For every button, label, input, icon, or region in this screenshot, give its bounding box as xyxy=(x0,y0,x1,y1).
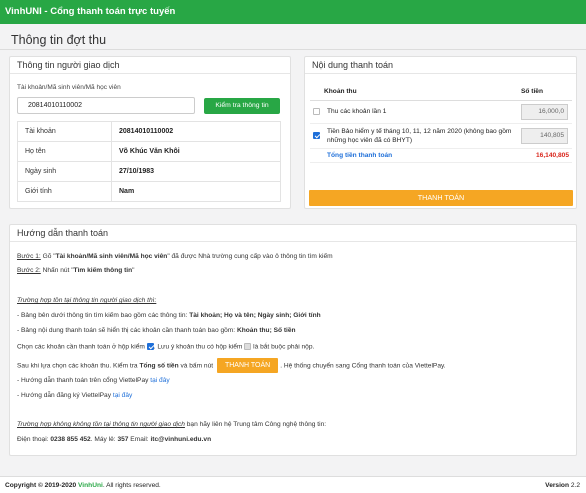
guide-line: Sau khi lựa chọn các khoản thu. Kiểm tra… xyxy=(17,358,446,373)
text: - Bảng nội dung thanh toán sẽ hiển thị c… xyxy=(17,327,237,334)
account-input-label: Tài khoản/Mã sinh viên/Mã học viên xyxy=(17,84,121,91)
text: là bắt buộc phải nộp. xyxy=(251,343,315,351)
checkbox-example-icon xyxy=(146,343,154,350)
account-input[interactable]: 20814010110002 xyxy=(17,97,195,114)
text: và bấm nút xyxy=(178,362,214,370)
total-label: Tổng tiền thanh toán xyxy=(324,148,518,163)
text: Trường hợp tồn tại thông tin người giao … xyxy=(17,297,157,304)
table-row: Ngày sinh 27/10/1983 xyxy=(17,161,281,182)
payment-content-panel: Nội dung thanh toán Khoản thu Số tiền Th… xyxy=(304,56,577,209)
row-key: Tài khoản xyxy=(17,121,112,142)
phone-number: 0238 855 452 xyxy=(50,436,91,443)
text: . Máy lẻ: xyxy=(90,436,118,443)
checkbox-col xyxy=(310,84,324,101)
item-label: Tiền Bảo hiểm y tế tháng 10, 11, 12 năm … xyxy=(324,123,518,149)
text-bold: Tổng số tiền xyxy=(139,362,179,370)
guide-line: - Hướng dẫn đăng ký ViettelPay tại đây xyxy=(17,392,132,399)
panel-title: Hướng dẫn thanh toán xyxy=(10,225,576,242)
pay-button-example[interactable]: THANH TOÁN xyxy=(216,358,279,373)
payment-guide-panel: Hướng dẫn thanh toán Bước 1: Gõ "Tài kho… xyxy=(9,224,577,456)
text: Version xyxy=(545,482,569,489)
guide-line: Chọn các khoản cần thanh toán ở hộp kiểm… xyxy=(17,343,314,350)
item-checkbox[interactable] xyxy=(313,107,320,115)
text-bold: Tài khoản/Mã sinh viên/Mã học viên xyxy=(55,253,168,260)
checkbox-disabled-icon xyxy=(244,343,252,350)
item-amount: 16,000,0 xyxy=(521,103,568,120)
text-bold: Tìm kiếm thông tin xyxy=(73,267,133,274)
extension: 357 xyxy=(117,436,129,443)
item-label: Thu các khoản lần 1 xyxy=(324,100,518,124)
footer: Copyright © 2019-2020 VinhUni. All right… xyxy=(0,476,586,493)
case-not-found: Trường hợp không không tồn tại thông tin… xyxy=(17,421,326,428)
panel-title: Thông tin người giao dịch xyxy=(10,57,290,74)
contact-line: Điện thoại: 0238 855 452. Máy lẻ: 357 Em… xyxy=(17,436,211,443)
text: . Lưu ý khoản thu có hộp kiểm xyxy=(153,343,243,351)
version: Version 2.2 xyxy=(545,477,580,493)
text: . All rights reserved. xyxy=(102,482,161,489)
page-title: Thông tin đợt thu xyxy=(11,33,107,47)
text-bold: Tài khoản; Họ và tên; Ngày sinh; Giới tí… xyxy=(189,312,321,319)
text: Nhấn nút " xyxy=(40,267,74,274)
email: itc@vinhuni.edu.vn xyxy=(150,436,212,443)
row-key: Giới tính xyxy=(17,181,112,202)
text: - Bảng bên dưới thông tin tìm kiếm bao g… xyxy=(17,312,190,319)
viettelpay-register-link[interactable]: tại đây xyxy=(113,392,132,399)
guide-step-2: Bước 2: Nhấn nút "Tìm kiếm thông tin" xyxy=(17,267,135,274)
case-found-heading: Trường hợp tồn tại thông tin người giao … xyxy=(17,297,156,304)
table-row: Tiền Bảo hiểm y tế tháng 10, 11, 12 năm … xyxy=(310,123,572,149)
divider xyxy=(0,49,586,50)
text: Chọn các khoản cần thanh toán ở hộp kiểm xyxy=(17,343,145,351)
guide-line: - Hướng dẫn thanh toán trên cổng Viettel… xyxy=(17,377,170,384)
table-row: Họ tên Võ Khúc Văn Khôi xyxy=(17,141,281,162)
item-checkbox[interactable] xyxy=(313,131,320,139)
row-value: Nam xyxy=(111,181,281,202)
row-value: 27/10/1983 xyxy=(111,161,281,182)
text: - Hướng dẫn đăng ký ViettelPay xyxy=(17,392,113,399)
col-header-amount: Số tiền xyxy=(518,84,572,101)
guide-step-1: Bước 1: Gõ "Tài khoản/Mã sinh viên/Mã họ… xyxy=(17,253,333,260)
row-value: 20814010110002 xyxy=(111,121,281,142)
text: Gõ " xyxy=(40,253,56,260)
brand-link[interactable]: VinhUni xyxy=(78,482,103,489)
info-table: Tài khoản 20814010110002 Họ tên Võ Khúc … xyxy=(17,121,281,202)
row-value: Võ Khúc Văn Khôi xyxy=(111,141,281,162)
guide-line: - Bảng nội dung thanh toán sẽ hiển thị c… xyxy=(17,327,296,334)
step-label: Bước 2: xyxy=(17,267,41,274)
text: . Hệ thống chuyển sang Cổng thanh toán c… xyxy=(280,362,446,370)
text: Sau khi lựa chọn các khoản thu. Kiểm tra xyxy=(17,362,140,370)
transactor-info-panel: Thông tin người giao dịch Tài khoản/Mã s… xyxy=(9,56,291,209)
app-title[interactable]: VinhUNI - Cổng thanh toán trực tuyến xyxy=(5,6,175,17)
row-key: Ngày sinh xyxy=(17,161,112,182)
text: " xyxy=(132,267,135,274)
text: - Hướng dẫn thanh toán trên cổng Viettel… xyxy=(17,377,151,384)
col-header-item: Khoản thu xyxy=(324,84,518,101)
text: Trường hợp không không tồn tại thông tin… xyxy=(17,421,185,428)
table-row: Tài khoản 20814010110002 xyxy=(17,121,281,142)
copyright: Copyright © 2019-2020 VinhUni. All right… xyxy=(5,477,161,493)
app-header: VinhUNI - Cổng thanh toán trực tuyến xyxy=(0,0,586,24)
payment-table: Khoản thu Số tiền Thu các khoản lần 1 16… xyxy=(310,84,572,163)
text-bold: Khoản thu; Số tiền xyxy=(236,327,296,334)
version-number: 2.2 xyxy=(570,482,580,489)
panel-title: Nội dung thanh toán xyxy=(305,57,576,74)
text: Email: xyxy=(128,436,151,443)
check-info-button[interactable]: Kiểm tra thông tin xyxy=(204,98,280,114)
table-row: Giới tính Nam xyxy=(17,181,281,202)
table-row: Thu các khoản lần 1 16,000,0 xyxy=(310,100,572,124)
viettelpay-guide-link[interactable]: tại đây xyxy=(150,377,169,384)
row-key: Họ tên xyxy=(17,141,112,162)
item-amount: 140,805 xyxy=(521,127,568,144)
text: Copyright © 2019-2020 xyxy=(5,482,79,489)
text: " đã được Nhà trường cung cấp vào ô thôn… xyxy=(167,253,333,260)
pay-button[interactable]: THANH TOÁN xyxy=(309,190,573,206)
text: Điện thoại: xyxy=(17,436,51,443)
total-value: 16,140,805 xyxy=(518,148,572,163)
step-label: Bước 1: xyxy=(17,253,41,260)
guide-line: - Bảng bên dưới thông tin tìm kiếm bao g… xyxy=(17,312,321,319)
text: bạn hãy liên hệ Trung tâm Công nghệ thôn… xyxy=(184,421,327,428)
total-row: Tổng tiền thanh toán 16,140,805 xyxy=(310,148,572,163)
